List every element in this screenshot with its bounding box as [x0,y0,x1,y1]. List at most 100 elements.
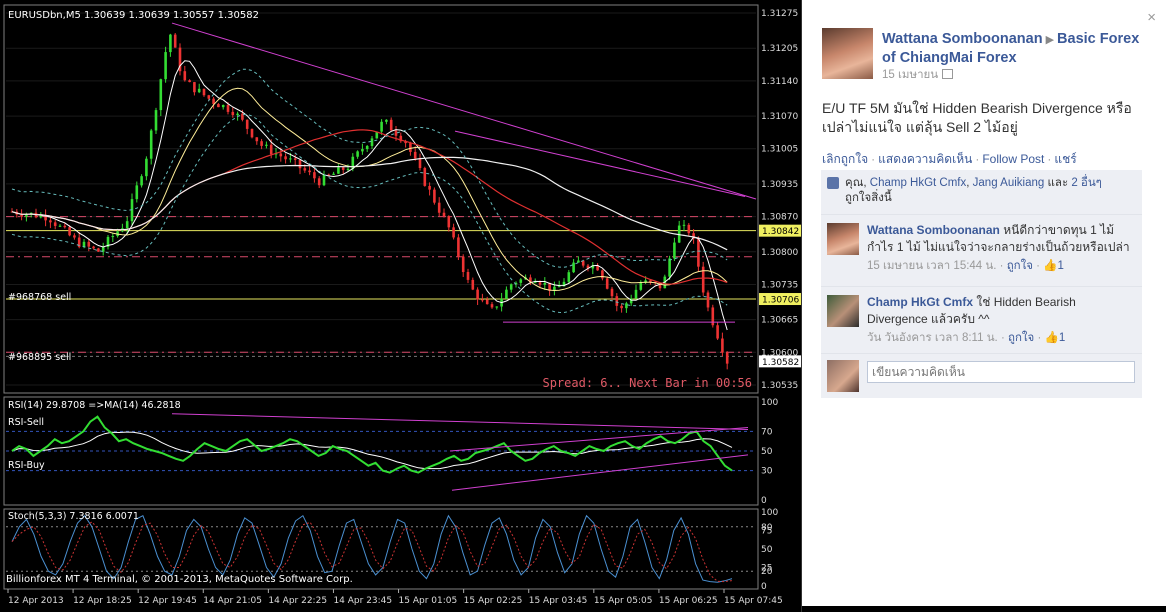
chart-canvas[interactable]: 1.31275 1.31205 1.31140 1.31070 1.31005 1.309… [0,0,802,612]
candle-body [73,235,76,238]
price-tick-label: 1.30735 [761,280,798,290]
post-caption: E/U TF 5M มันใช่ Hidden Bearish Divergen… [822,100,1132,135]
audience-icon[interactable] [942,69,954,79]
candle-body [418,158,422,169]
candle-body [505,289,508,299]
candle-body [697,238,700,267]
stoch-tick-label: 100 [761,508,778,518]
commenter-avatar[interactable] [827,295,859,327]
price-chart [6,12,757,386]
candle-body [125,221,129,229]
chart-header: EURUSDbn,M5 1.30639 1.30639 1.30557 1.30… [8,10,259,21]
comment-link[interactable]: แสดงความคิดเห็น [878,152,972,166]
order-label-1: #968768 sell [8,292,71,303]
candle-body [476,289,479,300]
candle-body [605,278,609,289]
price-tick-label: 1.30935 [761,180,798,190]
more-likers-link[interactable]: 2 อื่นๆ [1071,177,1102,189]
price-panel-frame [3,4,759,394]
close-icon[interactable]: × [1147,10,1156,25]
comment-like-link[interactable]: ถูกใจ [1007,260,1033,272]
price-tick-label: 1.31275 [761,9,798,19]
candle-body [260,141,263,146]
stoch-tick-label: 0 [761,582,767,592]
liker-link-1[interactable]: Champ HkGt Cmfx [870,177,967,189]
candle-body [615,296,619,306]
time-tick-label: 12 Apr 18:25 [73,596,132,606]
candle-body [332,173,335,175]
candle-body [317,178,321,186]
candle-body [226,104,230,112]
rsi-chart [6,413,756,491]
candle-body [639,282,643,290]
stoch-header: Stoch(5,3,3) 7.3816 6.0071 [8,511,139,522]
candle-body [236,113,239,116]
candle-body [668,258,671,277]
triangle-right-icon: ▶ [1045,34,1055,46]
stoch-main-line [11,514,733,583]
candle-body [365,145,369,150]
price-tick-label: 1.30800 [761,248,798,258]
stoch-tick-label: 75 [761,527,772,537]
candle-body [217,104,220,108]
mt4-chart-window[interactable]: 1.31275 1.31205 1.31140 1.31070 1.31005 1.309… [0,0,802,612]
post-header: Wattana Somboonanan ▶ Basic Forex of Chian… [882,30,1142,67]
candle-body [245,119,249,129]
candle-body [394,130,398,136]
candle-body [341,167,345,170]
candle-body [461,256,465,273]
candle-body [447,216,451,228]
candle-body [53,222,57,226]
candle-body [433,189,436,203]
comment-author-link[interactable]: Champ HkGt Cmfx [867,295,973,309]
candle-body [452,227,455,238]
follow-post-link[interactable]: Follow Post [982,152,1044,166]
spread-timer: Spread: 6.. Next Bar in 00:56 [542,376,752,390]
candle-body [725,352,729,364]
poster-name-link[interactable]: Wattana Somboonanan [882,31,1043,47]
comment-input[interactable] [867,361,1135,383]
stoch-tick-label: 20 [761,567,773,577]
liker-link-2[interactable]: Jang Auikiang [973,177,1045,189]
share-link[interactable]: แชร์ [1054,152,1076,166]
candle-body [409,143,412,152]
rsi-sell-label: RSI-Sell [8,417,44,428]
time-tick-label: 15 Apr 03:45 [529,596,588,606]
commenter-avatar[interactable] [827,223,859,255]
candle-body [154,110,158,131]
ma-long-line [11,156,728,251]
time-tick-label: 15 Apr 07:45 [724,596,783,606]
copyright-text: Billionforex MT 4 Terminal, © 2001-2013,… [6,574,353,585]
candle-body [49,220,52,223]
comment-author-link[interactable]: Wattana Somboonanan [867,223,1000,237]
stoch-chart [6,514,756,583]
trendline-down-2 [454,130,746,197]
candle-body [687,224,691,234]
candle-body [380,121,383,132]
candle-body [601,270,604,279]
candle-body [620,305,623,309]
comment-like-count[interactable]: 👍1 [1045,332,1066,344]
ma-fast-line [11,60,728,331]
candle-body [303,168,307,171]
post-date-text[interactable]: 15 เมษายน [882,69,938,81]
comment-like-count[interactable]: 👍1 [1043,260,1064,272]
candle-body [442,212,446,217]
candle-body [135,185,139,200]
candle-body [169,34,172,53]
unlike-link[interactable]: เลิกถูกใจ [822,152,868,166]
yellow-level-label: 1.30842 [762,227,799,237]
candle-body [250,128,254,138]
rsi-tick-label: 100 [761,398,778,408]
candle-body [63,225,67,228]
comment-composer [821,354,1142,398]
time-tick-label: 14 Apr 21:05 [203,596,262,606]
price-tick-label: 1.30665 [761,316,798,326]
candle-body [313,172,316,179]
comment-like-link[interactable]: ถูกใจ [1008,332,1034,344]
post-date: 15 เมษายน [882,66,954,84]
poster-avatar[interactable] [822,28,873,79]
likes-summary: คุณ, Champ HkGt Cmfx, Jang Auikiang และ … [821,170,1142,215]
price-tick-label: 1.30535 [761,381,798,391]
rsi-tick-label: 70 [761,427,773,437]
